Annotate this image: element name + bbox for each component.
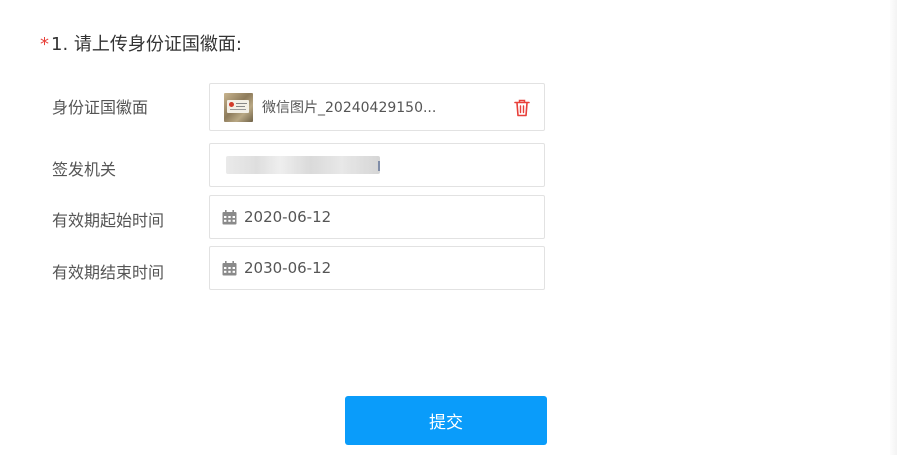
calendar-icon (222, 261, 237, 276)
section-title-text: 1. 请上传身份证国徽面: (51, 34, 242, 55)
valid-to-date-field[interactable]: 2030-06-12 (209, 246, 545, 290)
uploaded-file-name[interactable]: 微信图片_20240429150... (262, 97, 436, 117)
redacted-value (226, 156, 380, 174)
issuing-authority-field[interactable] (209, 143, 545, 187)
valid-to-value[interactable]: 2030-06-12 (244, 259, 331, 277)
trash-icon[interactable] (514, 99, 530, 117)
id-back-label: 身份证国徽面 (52, 98, 149, 117)
section-title: * 1. 请上传身份证国徽面: (40, 30, 242, 56)
required-mark: * (40, 33, 49, 55)
valid-to-label: 有效期结束时间 (52, 263, 165, 282)
image-thumbnail[interactable] (224, 93, 253, 122)
calendar-icon (222, 210, 237, 225)
submit-button[interactable]: 提交 (345, 396, 547, 445)
page-edge-shadow (890, 0, 897, 455)
valid-from-date-field[interactable]: 2020-06-12 (209, 195, 545, 239)
valid-from-label: 有效期起始时间 (52, 211, 165, 230)
issuing-authority-label: 签发机关 (52, 160, 117, 179)
id-back-upload-field[interactable]: 微信图片_20240429150... (209, 83, 545, 131)
valid-from-value[interactable]: 2020-06-12 (244, 208, 331, 226)
